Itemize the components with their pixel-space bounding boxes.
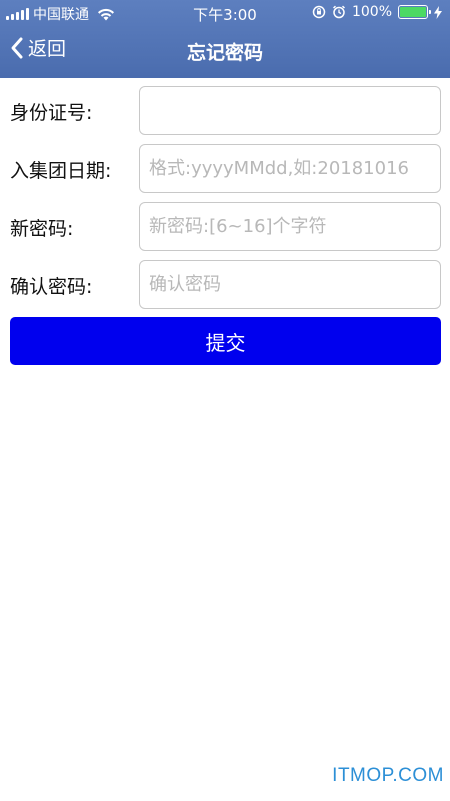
alarm-icon <box>332 5 345 19</box>
battery-icon <box>398 5 431 19</box>
orientation-lock-icon <box>312 5 326 19</box>
confirm-password-label: 确认密码: <box>10 276 93 298</box>
join-date-row: 入集团日期: <box>0 144 450 194</box>
status-right: 100% <box>312 4 442 20</box>
charging-bolt-icon <box>434 5 442 19</box>
nav-bar: 返回 忘记密码 <box>0 28 450 74</box>
id-number-row: 身份证号: <box>0 86 450 136</box>
join-date-input[interactable] <box>139 144 441 193</box>
app-header: 中国联通 下午3:00 100% 返回 忘记密码 <box>0 0 450 78</box>
id-number-input[interactable] <box>139 86 441 135</box>
status-bar: 中国联通 下午3:00 100% <box>0 0 450 24</box>
site-watermark: ITMOP.COM <box>332 765 444 786</box>
confirm-password-row: 确认密码: <box>0 260 450 310</box>
new-password-label: 新密码: <box>10 218 74 240</box>
join-date-label: 入集团日期: <box>10 160 112 182</box>
new-password-input[interactable] <box>139 202 441 251</box>
battery-level-fill <box>400 7 426 17</box>
confirm-password-input[interactable] <box>139 260 441 309</box>
new-password-row: 新密码: <box>0 202 450 252</box>
submit-button[interactable]: 提交 <box>10 317 441 365</box>
page-title: 忘记密码 <box>186 42 263 64</box>
battery-percent: 100% <box>351 4 392 20</box>
id-number-label: 身份证号: <box>10 102 93 124</box>
